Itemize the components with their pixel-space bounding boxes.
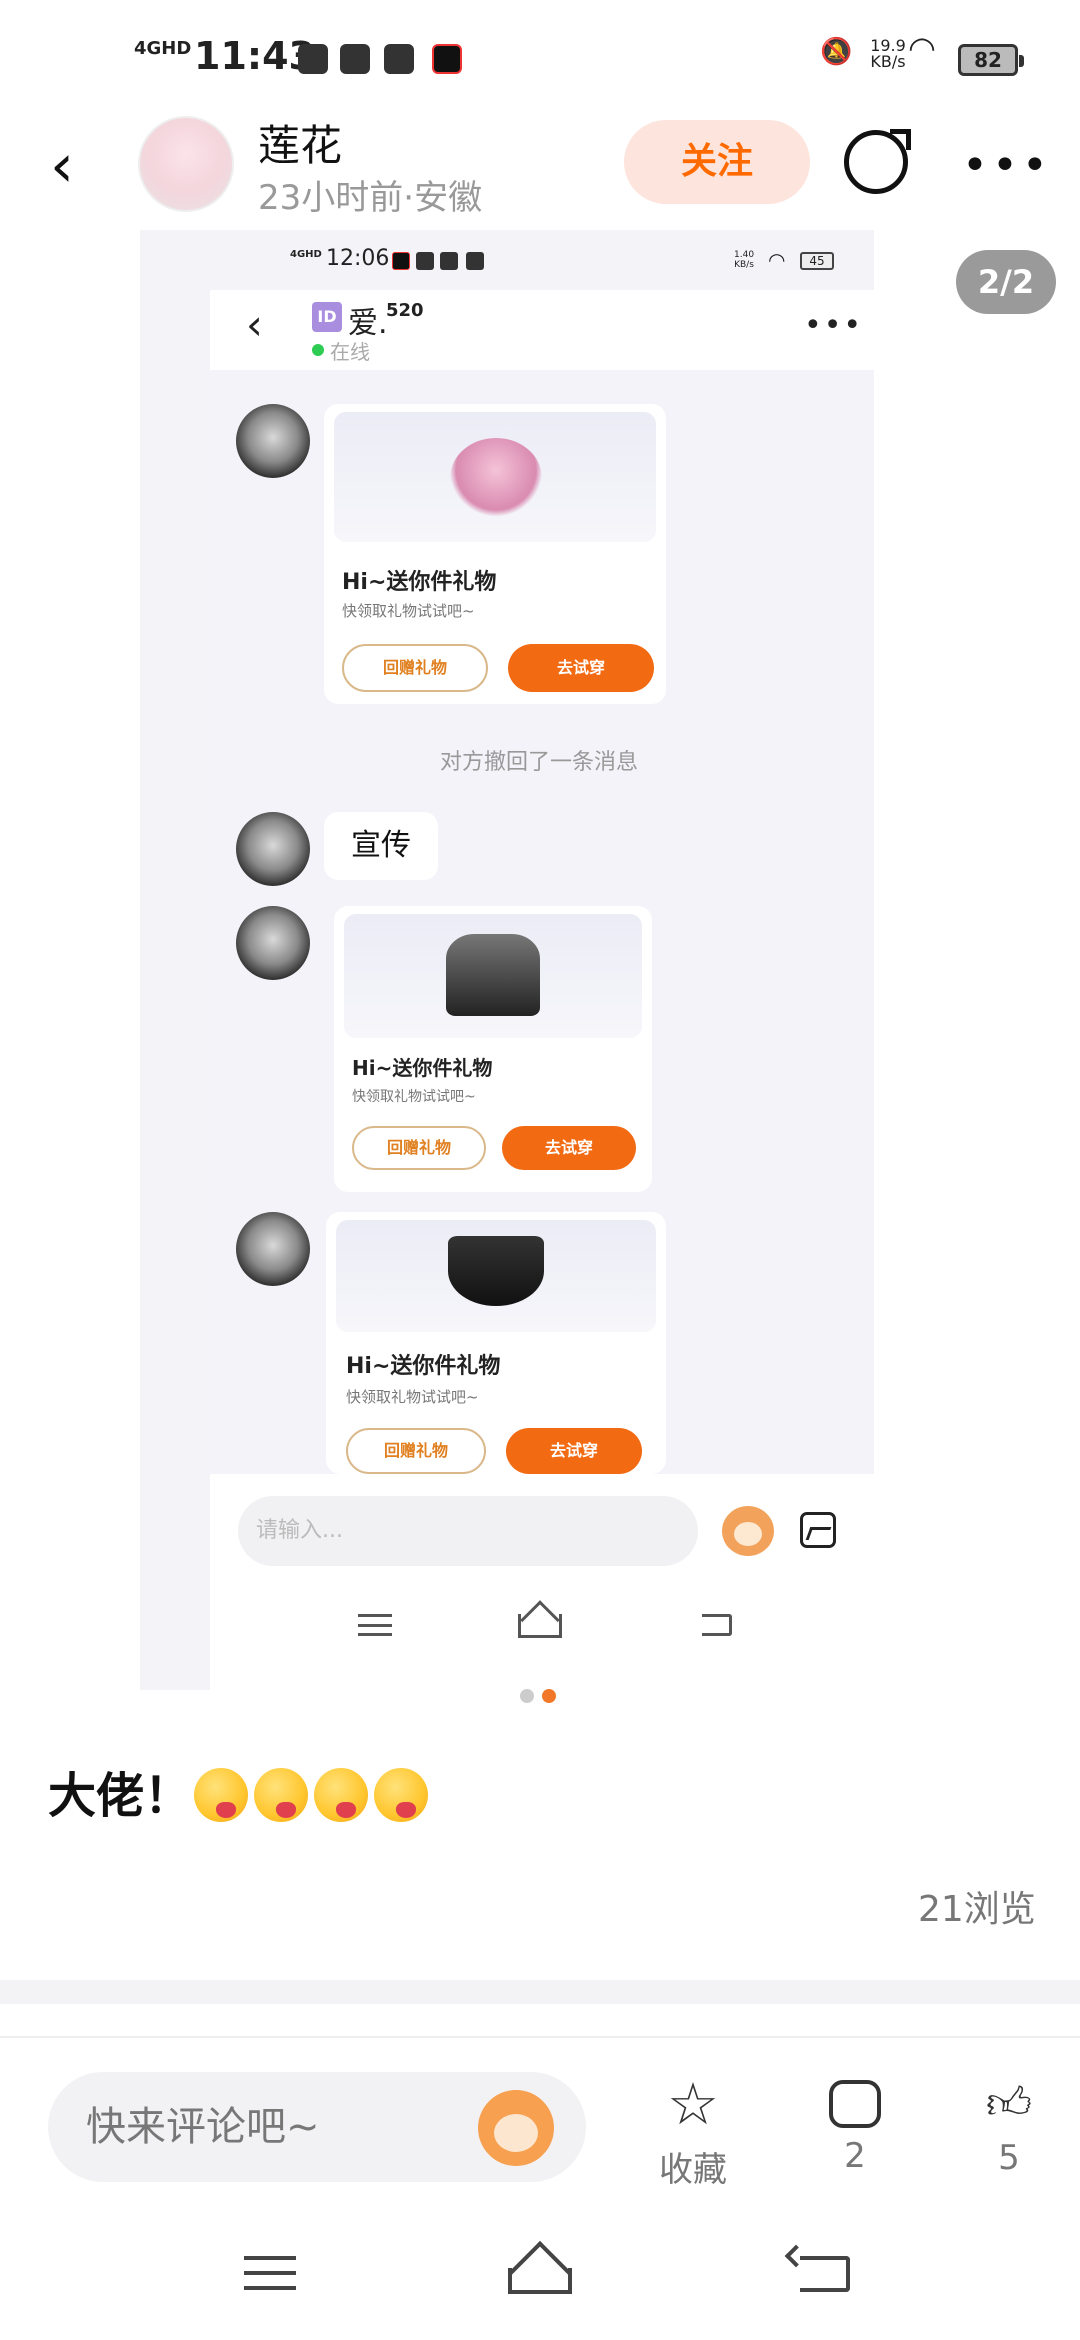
try-on-button: 去试穿 — [508, 644, 654, 692]
gift-image — [334, 412, 656, 542]
recalled-notice: 对方撤回了一条消息 — [440, 750, 639, 775]
inner-battery-icon: 45 — [800, 252, 834, 270]
yum-emoji-icon — [194, 1768, 248, 1822]
menu-icon[interactable] — [244, 2256, 296, 2290]
return-gift-button: 回赠礼物 — [352, 1126, 486, 1170]
message-bubble: 宣传 — [324, 812, 438, 880]
inner-contact-name-sup: 520 — [386, 300, 424, 321]
play-notification-icon — [384, 44, 414, 74]
inner-photo-icon — [800, 1512, 836, 1548]
try-on-button: 去试穿 — [502, 1126, 636, 1170]
inner-message-input: 请输入... — [238, 1496, 698, 1566]
return-gift-button: 回赠礼物 — [346, 1428, 486, 1474]
chat-avatar — [236, 404, 310, 478]
like-button[interactable]: 👍︎ 5 — [954, 2074, 1064, 2178]
inner-network-speed: 1.40 KB/s — [734, 250, 755, 270]
post-text: 大佬！ — [48, 1768, 193, 1824]
comment-icon — [829, 2080, 881, 2128]
gallery-dots — [520, 1688, 564, 1707]
comment-button[interactable]: 2 — [800, 2074, 910, 2176]
inner-emoji-icon — [722, 1506, 774, 1556]
gallery-dot-active — [542, 1689, 556, 1703]
inner-back-nav-icon — [702, 1614, 732, 1636]
user-name[interactable]: 莲花 — [258, 112, 342, 173]
yum-emoji-icon — [314, 1768, 368, 1822]
like-count: 5 — [998, 2138, 1020, 2178]
inner-clock: 12:06 — [326, 246, 390, 271]
share-icon[interactable] — [844, 129, 911, 194]
ring-gift-icon — [450, 438, 542, 518]
inner-id-badge: ID — [312, 302, 342, 332]
avatar[interactable] — [138, 116, 234, 212]
online-dot — [312, 344, 324, 356]
inner-signal-icon: 4GHD — [290, 249, 322, 260]
chat-avatar — [236, 906, 310, 980]
gallery-dot — [520, 1689, 534, 1703]
gift-title: Hi~送你件礼物 — [346, 1354, 501, 1379]
chat-avatar — [236, 1212, 310, 1286]
status-bar: 4GHD 11:43 🔕 19.9 KB/s ◠ 82 — [0, 0, 1080, 120]
clock: 11:43 — [194, 34, 315, 78]
gift-title: Hi~送你件礼物 — [342, 570, 497, 595]
gift-subtitle: 快领取礼物试试吧~ — [352, 1089, 476, 1105]
post-meta: 23小时前·安徽 — [258, 178, 483, 218]
try-on-button: 去试穿 — [506, 1428, 642, 1474]
inner-chat-header — [210, 290, 874, 370]
inner-app-icon — [416, 252, 434, 270]
mascot-emoji-icon[interactable] — [478, 2090, 554, 2166]
inner-wifi-icon: ◠ — [768, 248, 786, 272]
mail-notification-icon — [298, 44, 328, 74]
inner-app-icon — [392, 252, 410, 270]
chat-avatar — [236, 812, 310, 886]
thumbs-up-icon: 👍︎ — [986, 2078, 1032, 2129]
inner-wechat-icon — [440, 252, 458, 270]
back-nav-icon[interactable] — [800, 2256, 850, 2292]
gift-image — [344, 914, 642, 1038]
yum-emoji-icon — [254, 1768, 308, 1822]
more-icon[interactable]: ••• — [962, 140, 1052, 191]
inner-menu-icon — [358, 1614, 392, 1636]
inner-online-status: 在线 — [330, 340, 370, 364]
yum-emoji-icon — [374, 1768, 428, 1822]
divider — [0, 2036, 1080, 2038]
comment-count: 2 — [844, 2136, 866, 2176]
section-divider — [0, 1980, 1080, 2004]
favorite-label: 收藏 — [659, 2150, 727, 2190]
recording-notification-icon — [432, 44, 462, 74]
back-button[interactable]: ‹ — [50, 136, 100, 196]
inner-back-icon: ‹ — [246, 300, 263, 349]
inner-more-icon: ••• — [804, 308, 864, 343]
gift-subtitle: 快领取礼物试试吧~ — [342, 602, 475, 620]
gift-subtitle: 快领取礼物试试吧~ — [346, 1388, 479, 1406]
battery-icon: 82 — [958, 44, 1024, 76]
favorite-button[interactable]: ☆ 收藏 — [638, 2074, 748, 2191]
cape-gift-icon — [446, 934, 540, 1016]
signal-icon: 4GHD — [134, 38, 192, 59]
gift-image — [336, 1220, 656, 1332]
inner-mail-icon — [466, 252, 484, 270]
return-gift-button: 回赠礼物 — [342, 644, 488, 692]
follow-button[interactable]: 关注 — [624, 120, 810, 204]
gift-title: Hi~送你件礼物 — [352, 1056, 493, 1080]
page-indicator: 2/2 — [956, 250, 1056, 314]
mail-notification-icon — [340, 44, 370, 74]
view-count: 21浏览 — [918, 1889, 1036, 1930]
star-icon: ☆ — [667, 2070, 719, 2138]
bat-wings-gift-icon — [448, 1236, 544, 1306]
wifi-icon: ◠ — [908, 29, 936, 67]
mute-icon: 🔕 — [820, 37, 853, 67]
